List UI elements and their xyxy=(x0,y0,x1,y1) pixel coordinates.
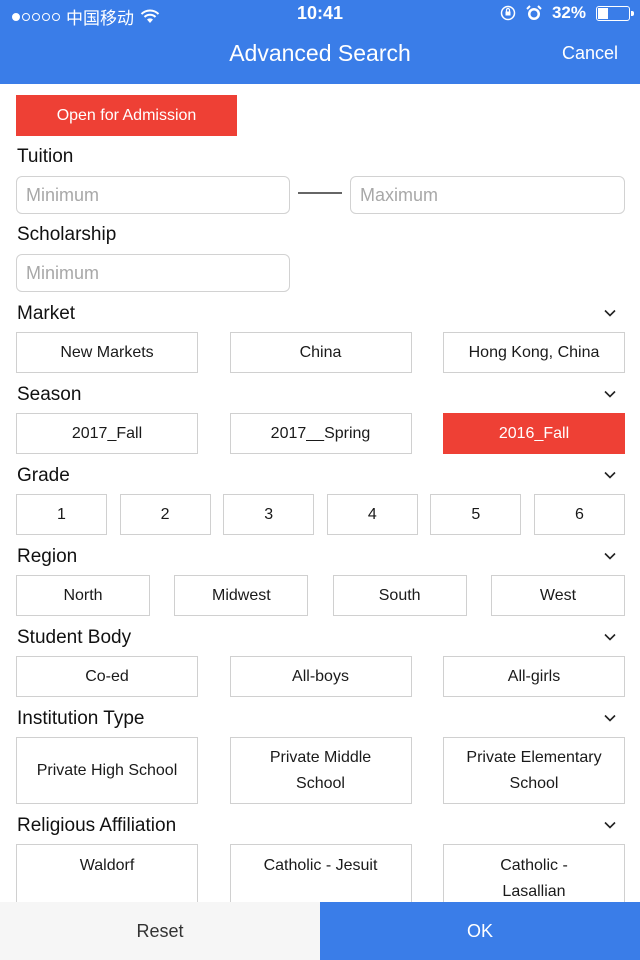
market-chevron-down-icon[interactable] xyxy=(604,307,616,319)
region-option-midwest[interactable]: Midwest xyxy=(174,575,309,616)
grade-option-5[interactable]: 5 xyxy=(430,494,522,535)
status-bar: 中国移动 10:41 32% xyxy=(0,0,640,28)
grade-option-3[interactable]: 3 xyxy=(223,494,315,535)
student-body-chevron-down-icon[interactable] xyxy=(604,631,616,643)
region-option-south[interactable]: South xyxy=(332,575,467,616)
open-for-admission-toggle[interactable]: Open for Admission xyxy=(16,95,237,136)
header: 中国移动 10:41 32% Advanced Search Cancel xyxy=(0,0,640,84)
season-options: 2017_Fall 2017__Spring 2016_Fall xyxy=(16,413,625,454)
religious-affiliation-label: Religious Affiliation xyxy=(17,815,177,836)
market-option-new-markets[interactable]: New Markets xyxy=(16,332,198,373)
region-option-north[interactable]: North xyxy=(16,575,150,616)
range-separator xyxy=(298,192,342,194)
student-body-option-co-ed[interactable]: Co-ed xyxy=(16,656,198,697)
alarm-icon xyxy=(526,5,542,20)
tuition-min-input[interactable] xyxy=(16,176,290,214)
tuition-max-input[interactable] xyxy=(350,176,625,214)
market-label: Market xyxy=(17,303,76,324)
ok-button[interactable]: OK xyxy=(320,902,640,960)
season-option-2017-spring[interactable]: 2017__Spring xyxy=(229,413,412,454)
region-chevron-down-icon[interactable] xyxy=(604,550,616,562)
page-title: Advanced Search xyxy=(229,40,411,66)
market-options: New Markets China Hong Kong, China xyxy=(16,332,625,373)
grade-chevron-down-icon[interactable] xyxy=(604,469,616,481)
grade-option-4[interactable]: 4 xyxy=(326,494,418,535)
grade-option-6[interactable]: 6 xyxy=(533,494,625,535)
institution-type-chevron-down-icon[interactable] xyxy=(604,712,616,724)
scholarship-label: Scholarship xyxy=(17,224,117,245)
religious-affiliation-options: Waldorf Catholic - Jesuit Catholic - Las… xyxy=(16,844,625,902)
institution-option-private-elementary[interactable]: Private Elementary School xyxy=(443,737,625,804)
orientation-lock-icon xyxy=(500,5,516,21)
region-option-west[interactable]: West xyxy=(490,575,625,616)
region-label: Region xyxy=(17,546,78,567)
institution-option-private-middle[interactable]: Private Middle School xyxy=(229,737,412,804)
battery-icon xyxy=(596,5,634,21)
student-body-label: Student Body xyxy=(17,627,132,648)
institution-option-private-high[interactable]: Private High School xyxy=(16,737,198,804)
student-body-options: Co-ed All-boys All-girls xyxy=(16,656,625,697)
region-options: North Midwest South West xyxy=(16,575,625,616)
institution-type-options: Private High School Private Middle Schoo… xyxy=(16,737,625,804)
season-option-2016-fall[interactable]: 2016_Fall xyxy=(443,413,625,454)
religion-option-catholic-lasallian[interactable]: Catholic - Lasallian xyxy=(443,844,625,902)
student-body-option-all-girls[interactable]: All-girls xyxy=(443,656,625,697)
scholarship-min-input[interactable] xyxy=(16,254,290,292)
market-option-china[interactable]: China xyxy=(229,332,412,373)
religious-affiliation-chevron-down-icon[interactable] xyxy=(604,819,616,831)
religion-option-waldorf[interactable]: Waldorf xyxy=(16,844,198,902)
season-option-2017-fall[interactable]: 2017_Fall xyxy=(16,413,198,454)
tuition-label: Tuition xyxy=(17,146,74,167)
season-label: Season xyxy=(17,384,82,405)
student-body-option-all-boys[interactable]: All-boys xyxy=(229,656,412,697)
grade-label: Grade xyxy=(17,465,70,486)
institution-type-label: Institution Type xyxy=(17,708,145,729)
religion-option-catholic-jesuit[interactable]: Catholic - Jesuit xyxy=(229,844,412,902)
season-chevron-down-icon[interactable] xyxy=(604,388,616,400)
reset-button[interactable]: Reset xyxy=(0,902,320,960)
filter-form: Open for Admission Tuition Scholarship M… xyxy=(0,84,640,902)
market-option-hong-kong[interactable]: Hong Kong, China xyxy=(443,332,625,373)
grade-option-2[interactable]: 2 xyxy=(119,494,211,535)
cancel-button[interactable]: Cancel xyxy=(562,43,618,64)
battery-percent: 32% xyxy=(551,3,586,22)
grade-options: 1 2 3 4 5 6 xyxy=(16,494,625,535)
grade-option-1[interactable]: 1 xyxy=(16,494,107,535)
footer-actions: Reset OK xyxy=(0,902,640,960)
